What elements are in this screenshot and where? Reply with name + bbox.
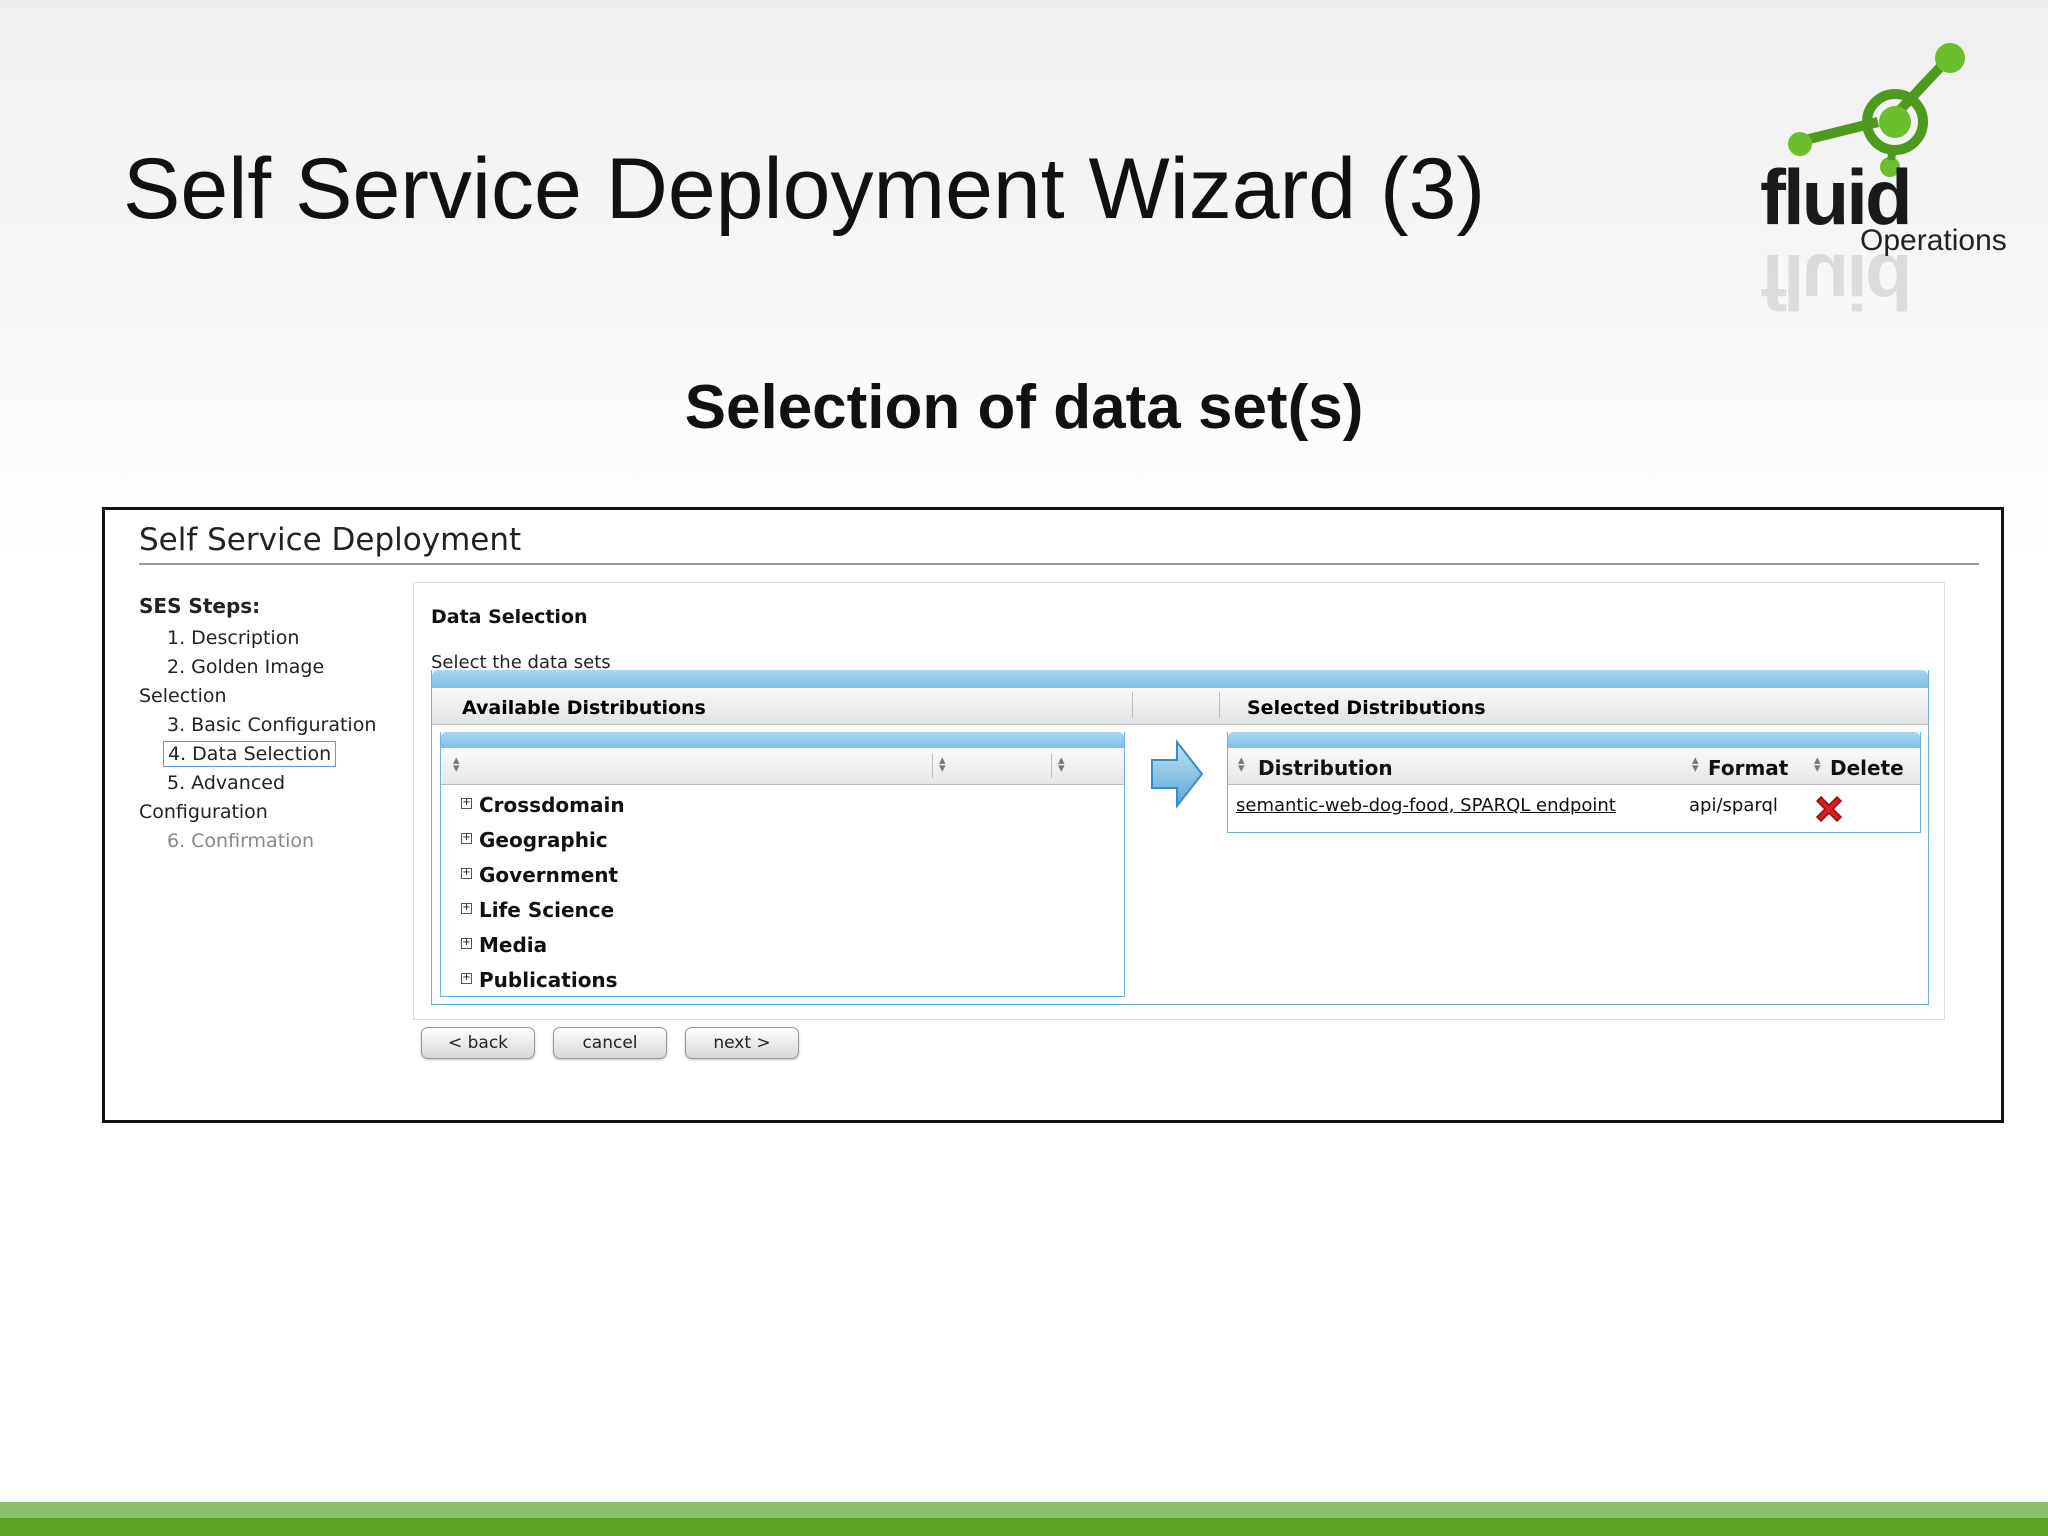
expand-icon[interactable]: + (461, 868, 472, 879)
step-advanced-configuration[interactable]: 5. Advanced Configuration (139, 769, 409, 827)
step-label: 2. Golden Image (167, 656, 325, 678)
selected-distributions-table: ▴ ▾ Distribution ▴ ▾ Format ▴ ▾ Delete sema… (1227, 732, 1921, 833)
fluid-operations-logo: fluid Operations fluid (1745, 40, 2025, 360)
tree-item-label: Publications (479, 968, 618, 992)
add-arrow-icon[interactable] (1149, 738, 1205, 810)
table-header: ▴ ▾ Distribution ▴ ▾ Format ▴ ▾ Delete (1228, 748, 1920, 785)
logo-reflection: fluid (1760, 238, 1910, 326)
footer-band-light (0, 1502, 2048, 1518)
expand-icon[interactable]: + (461, 798, 472, 809)
step-description[interactable]: 1. Description (167, 624, 409, 653)
column-divider (1051, 754, 1052, 778)
table-top-bar (1228, 732, 1920, 748)
expand-icon[interactable]: + (461, 973, 472, 984)
tree-item-crossdomain[interactable]: + Crossdomain (441, 787, 1124, 822)
screenshot-frame: Self Service Deployment SES Steps: 1. De… (102, 507, 2004, 1123)
step-label-line2: Selection (139, 685, 227, 707)
expand-icon[interactable]: + (461, 833, 472, 844)
column-divider (932, 754, 933, 778)
panel-title: Data Selection (431, 606, 588, 628)
column-header-delete[interactable]: Delete (1830, 756, 1904, 780)
distribution-link[interactable]: semantic-web-dog-food, SPARQL endpoint (1236, 795, 1616, 816)
sort-icon[interactable]: ▴ ▾ (1058, 754, 1065, 775)
slide-title: Self Service Deployment Wizard (3) (123, 141, 1486, 237)
ses-steps-nav: SES Steps: 1. Description 2. Golden Imag… (139, 594, 409, 856)
step-golden-image[interactable]: 2. Golden Image Selection (139, 653, 409, 711)
tree-header: ▴ ▾ ▴ ▾ ▴ ▾ (441, 748, 1124, 785)
sort-icon[interactable]: ▴ ▾ (1692, 754, 1699, 775)
sort-icon[interactable]: ▴ ▾ (939, 754, 946, 775)
tree-item-label: Life Science (479, 898, 615, 922)
tree-item-media[interactable]: + Media (441, 927, 1124, 962)
tree-item-label: Media (479, 933, 548, 957)
expand-icon[interactable]: + (461, 938, 472, 949)
tree-item-label: Geographic (479, 828, 608, 852)
picker-top-bar (432, 670, 1928, 688)
next-button[interactable]: next > (685, 1027, 799, 1059)
format-cell: api/sparql (1689, 795, 1778, 816)
step-confirmation: 6. Confirmation (167, 827, 409, 856)
step-label: 1. Description (167, 627, 300, 649)
data-selection-panel: Data Selection Select the data sets Avai… (413, 582, 1945, 1020)
step-basic-configuration[interactable]: 3. Basic Configuration (167, 711, 409, 740)
picker-header: Available Distributions Selected Distrib… (432, 688, 1928, 725)
step-label: 3. Basic Configuration (167, 714, 377, 736)
delete-icon[interactable] (1811, 791, 1847, 827)
table-row: semantic-web-dog-food, SPARQL endpoint a… (1228, 785, 1920, 829)
cancel-button[interactable]: cancel (553, 1027, 667, 1059)
step-label: 4. Data Selection (163, 741, 337, 767)
title-divider (139, 563, 1979, 565)
tree-item-label: Government (479, 863, 619, 887)
header-divider (1132, 692, 1133, 718)
step-label: 5. Advanced (167, 772, 286, 794)
steps-heading: SES Steps: (139, 594, 261, 618)
tree-item-publications[interactable]: + Publications (441, 962, 1124, 997)
sort-icon[interactable]: ▴ ▾ (1814, 754, 1821, 775)
slide-subtitle: Selection of data set(s) (684, 373, 1364, 442)
column-header-distribution[interactable]: Distribution (1258, 756, 1393, 780)
tree-item-label: Crossdomain (479, 793, 625, 817)
available-distributions-header: Available Distributions (462, 697, 706, 719)
app-title: Self Service Deployment (139, 522, 522, 558)
tree-item-government[interactable]: + Government (441, 857, 1124, 892)
available-distributions-tree: ▴ ▾ ▴ ▾ ▴ ▾ + Crossdomain + Geographic + Gover… (440, 732, 1125, 997)
selected-distributions-header: Selected Distributions (1247, 697, 1486, 719)
tree-item-life-science[interactable]: + Life Science (441, 892, 1124, 927)
tree-item-geographic[interactable]: + Geographic (441, 822, 1124, 857)
step-label-line2: Configuration (139, 801, 268, 823)
expand-icon[interactable]: + (461, 903, 472, 914)
back-button[interactable]: < back (421, 1027, 535, 1059)
step-data-selection[interactable]: 4. Data Selection (163, 740, 409, 769)
tree-top-bar (441, 732, 1124, 748)
header-divider (1219, 692, 1220, 718)
sort-icon[interactable]: ▴ ▾ (1238, 754, 1245, 775)
sort-icon[interactable]: ▴ ▾ (453, 754, 460, 775)
column-header-format[interactable]: Format (1708, 756, 1788, 780)
distribution-picker: Available Distributions Selected Distrib… (431, 670, 1929, 1005)
step-label: 6. Confirmation (167, 830, 315, 852)
footer-band-dark (0, 1518, 2048, 1536)
